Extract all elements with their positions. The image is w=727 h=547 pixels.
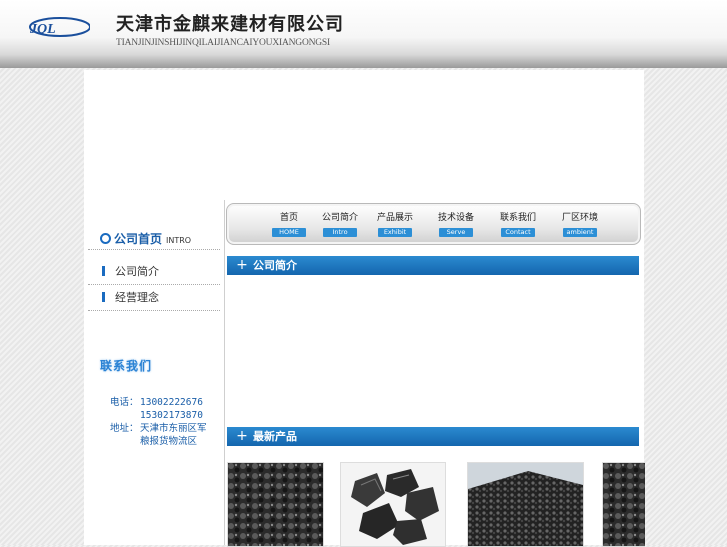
address-label: 地址： xyxy=(110,423,139,434)
phone-label: 电话： xyxy=(110,397,139,408)
main-nav: 首页 HOME 公司简介 Intro 产品展示 Exhibit 技术设备 Ser… xyxy=(226,203,641,245)
company-logo: JQL xyxy=(29,17,90,37)
company-name-en: TIANJINJINSHIJINQILAIJIANCAIYOUXIANGONGS… xyxy=(116,38,330,48)
sidebar-title-text: 公司首页 xyxy=(114,232,163,246)
nav-label: 公司简介 xyxy=(321,213,358,223)
sidebar-item-philosophy[interactable]: 经营理念 xyxy=(102,290,159,306)
nav-label: 产品展示 xyxy=(376,213,413,223)
company-name-cn: 天津市金麒来建材有限公司 xyxy=(116,14,344,35)
bar-icon xyxy=(102,292,105,302)
coal-image xyxy=(228,463,323,546)
coal-pile-image xyxy=(468,463,583,546)
sidebar-title-en: INTRO xyxy=(166,236,192,245)
nav-item-exhibit[interactable]: 产品展示 Exhibit xyxy=(370,212,420,237)
nav-item-home[interactable]: 首页 HOME xyxy=(264,212,314,237)
products-section-header: + 最新产品 xyxy=(227,427,639,446)
coal-lumps-image xyxy=(341,463,445,546)
nav-item-serve[interactable]: 技术设备 Serve xyxy=(431,212,481,237)
phone-2: 15302173870 xyxy=(140,410,203,421)
nav-label-en: Exhibit xyxy=(378,228,412,237)
circle-icon xyxy=(100,233,111,244)
nav-label: 厂区环境 xyxy=(561,213,598,223)
nav-label-en: Intro xyxy=(323,228,357,237)
bar-icon xyxy=(102,266,105,276)
sidebar-item-label: 经营理念 xyxy=(115,291,159,304)
phone-1: 13002222676 xyxy=(140,397,203,408)
intro-section-header: + 公司简介 xyxy=(227,256,639,275)
nav-item-intro[interactable]: 公司简介 Intro xyxy=(315,212,365,237)
banner-area xyxy=(84,70,644,200)
sidebar-item-intro[interactable]: 公司简介 xyxy=(102,264,159,280)
product-image[interactable] xyxy=(602,462,645,547)
contact-title: 联系我们 xyxy=(100,359,153,373)
nav-label: 技术设备 xyxy=(437,213,474,223)
product-image[interactable] xyxy=(227,462,324,547)
nav-item-contact[interactable]: 联系我们 Contact xyxy=(493,212,543,237)
nav-label: 首页 xyxy=(279,213,298,223)
main-content: 公司首页 INTRO 公司简介 经营理念 联系我们 电话： 13002222676… xyxy=(84,200,645,547)
nav-label-en: Contact xyxy=(501,228,535,237)
address-line-2: 粮报货物流区 xyxy=(140,436,198,447)
divider xyxy=(88,310,220,311)
svg-text:JQL: JQL xyxy=(29,22,56,37)
nav-label: 联系我们 xyxy=(499,213,536,223)
left-sidebar: 公司首页 INTRO 公司简介 经营理念 联系我们 电话： 13002222676… xyxy=(84,200,225,545)
sidebar-item-label: 公司简介 xyxy=(115,265,159,278)
divider xyxy=(88,284,220,285)
address-line-1: 天津市东丽区军 xyxy=(140,423,207,434)
product-image[interactable] xyxy=(340,462,446,547)
coal-image xyxy=(603,463,645,546)
nav-item-ambient[interactable]: 厂区环境 ambient xyxy=(555,212,605,237)
sidebar-title: 公司首页 INTRO xyxy=(100,230,191,248)
section-title: 公司简介 xyxy=(253,259,297,272)
nav-label-en: Serve xyxy=(439,228,473,237)
nav-label-en: HOME xyxy=(272,228,306,237)
product-image[interactable] xyxy=(467,462,584,547)
divider xyxy=(88,249,220,250)
plus-icon: + xyxy=(236,257,248,273)
section-title: 最新产品 xyxy=(253,430,297,443)
plus-icon: + xyxy=(236,428,248,444)
site-header: JQL 天津市金麒来建材有限公司 TIANJINJINSHIJINQILAIJI… xyxy=(0,0,727,68)
nav-label-en: ambient xyxy=(563,228,597,237)
